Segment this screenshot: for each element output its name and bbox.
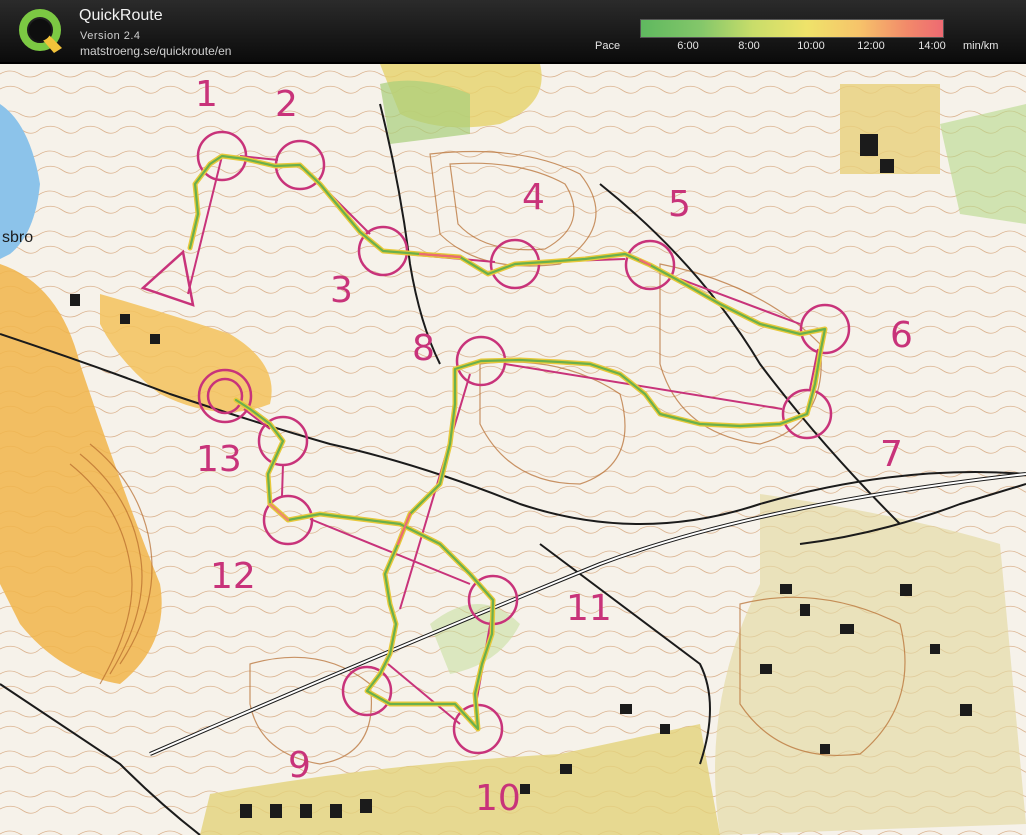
pace-color-bar: [640, 19, 944, 38]
pace-tick-1: 8:00: [738, 40, 760, 52]
control-number-12: 12: [210, 556, 256, 597]
quickroute-logo-icon: [19, 9, 62, 53]
control-number-13: 13: [196, 439, 242, 480]
control-number-1: 1: [195, 74, 218, 115]
place-name-label: sbro: [2, 229, 33, 246]
control-number-9: 9: [288, 745, 311, 786]
pace-tick-4: 14:00: [918, 40, 946, 52]
control-number-8: 8: [412, 328, 435, 369]
app-url-link[interactable]: matstroeng.se/quickroute/en: [80, 44, 231, 58]
pace-tick-3: 12:00: [857, 40, 885, 52]
control-number-6: 6: [890, 315, 913, 356]
control-number-7: 7: [880, 434, 903, 475]
control-number-5: 5: [668, 184, 691, 225]
pace-label: Pace: [595, 40, 621, 52]
pace-tick-2: 10:00: [797, 40, 825, 52]
pace-unit: min/km: [963, 40, 999, 52]
map-canvas: sbro 1 2 3 4 5 6 7 8 9 10 11 12 13: [0, 64, 1026, 835]
app-header: QuickRoute Version 2.4 matstroeng.se/qui…: [0, 0, 1026, 62]
orienteering-map[interactable]: sbro 1 2 3 4 5 6 7 8 9 10 11 12 13: [0, 64, 1026, 835]
app-title: QuickRoute: [79, 7, 163, 24]
control-number-3: 3: [330, 270, 353, 311]
control-number-2: 2: [275, 84, 298, 125]
control-number-10: 10: [475, 778, 521, 819]
app-version: Version 2.4: [80, 30, 141, 42]
control-number-11: 11: [566, 588, 612, 629]
pace-tick-0: 6:00: [677, 40, 699, 52]
control-number-4: 4: [522, 177, 545, 218]
green-area-north: [380, 80, 470, 144]
